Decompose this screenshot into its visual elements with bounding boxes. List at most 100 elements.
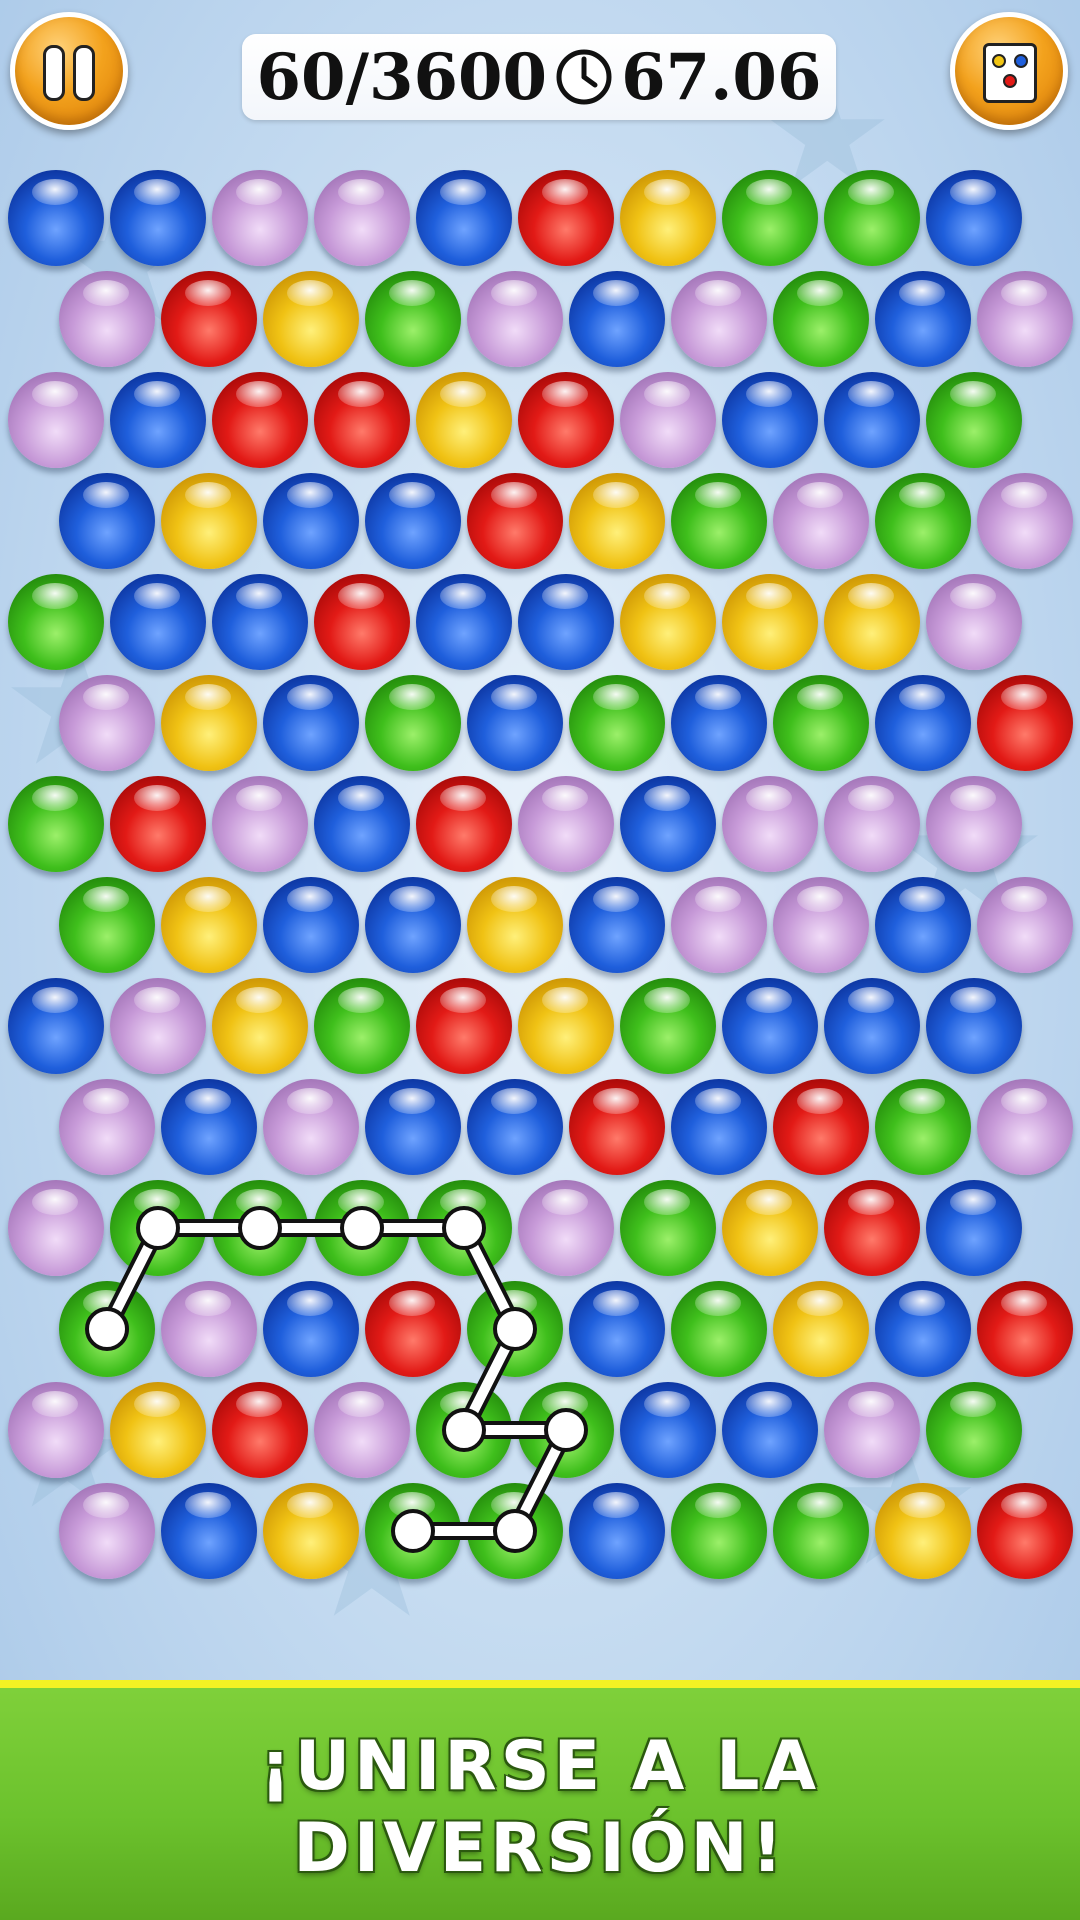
red-ball[interactable] [416, 978, 512, 1074]
blue-ball[interactable] [110, 574, 206, 670]
red-ball[interactable] [110, 776, 206, 872]
purple-ball[interactable] [824, 776, 920, 872]
blue-ball[interactable] [365, 877, 461, 973]
yellow-ball[interactable] [110, 1382, 206, 1478]
blue-ball[interactable] [212, 574, 308, 670]
yellow-ball[interactable] [773, 1281, 869, 1377]
green-ball[interactable] [824, 170, 920, 266]
purple-ball[interactable] [314, 170, 410, 266]
green-ball[interactable] [926, 1382, 1022, 1478]
bubble-board[interactable] [0, 0, 1080, 1680]
blue-ball[interactable] [263, 473, 359, 569]
purple-ball[interactable] [467, 271, 563, 367]
purple-ball[interactable] [722, 776, 818, 872]
purple-ball[interactable] [8, 1180, 104, 1276]
blue-ball[interactable] [926, 1180, 1022, 1276]
blue-ball[interactable] [620, 776, 716, 872]
purple-ball[interactable] [110, 978, 206, 1074]
red-ball[interactable] [416, 776, 512, 872]
green-ball[interactable] [671, 1483, 767, 1579]
blue-ball[interactable] [875, 271, 971, 367]
yellow-ball[interactable] [518, 978, 614, 1074]
purple-ball[interactable] [773, 877, 869, 973]
blue-ball[interactable] [824, 978, 920, 1074]
yellow-ball[interactable] [722, 574, 818, 670]
red-ball[interactable] [773, 1079, 869, 1175]
green-ball[interactable] [773, 675, 869, 771]
blue-ball[interactable] [926, 170, 1022, 266]
blue-ball[interactable] [161, 1079, 257, 1175]
blue-ball[interactable] [569, 271, 665, 367]
purple-ball[interactable] [518, 1180, 614, 1276]
red-ball[interactable] [467, 473, 563, 569]
purple-ball[interactable] [518, 776, 614, 872]
blue-ball[interactable] [824, 372, 920, 468]
red-ball[interactable] [314, 372, 410, 468]
blue-ball[interactable] [671, 675, 767, 771]
purple-ball[interactable] [977, 877, 1073, 973]
blue-ball[interactable] [59, 473, 155, 569]
blue-ball[interactable] [416, 170, 512, 266]
purple-ball[interactable] [773, 473, 869, 569]
blue-ball[interactable] [722, 1382, 818, 1478]
purple-ball[interactable] [8, 372, 104, 468]
yellow-ball[interactable] [416, 372, 512, 468]
blue-ball[interactable] [8, 170, 104, 266]
red-ball[interactable] [518, 372, 614, 468]
green-ball[interactable] [365, 675, 461, 771]
yellow-ball[interactable] [161, 877, 257, 973]
purple-ball[interactable] [212, 170, 308, 266]
purple-ball[interactable] [263, 1079, 359, 1175]
green-ball[interactable] [569, 675, 665, 771]
red-ball[interactable] [569, 1079, 665, 1175]
purple-ball[interactable] [671, 271, 767, 367]
green-ball[interactable] [467, 1281, 563, 1377]
purple-ball[interactable] [977, 473, 1073, 569]
blue-ball[interactable] [365, 1079, 461, 1175]
blue-ball[interactable] [875, 1281, 971, 1377]
red-ball[interactable] [518, 170, 614, 266]
red-ball[interactable] [365, 1281, 461, 1377]
green-ball[interactable] [722, 170, 818, 266]
purple-ball[interactable] [8, 1382, 104, 1478]
yellow-ball[interactable] [569, 473, 665, 569]
green-ball[interactable] [59, 1281, 155, 1377]
purple-ball[interactable] [59, 1483, 155, 1579]
blue-ball[interactable] [875, 675, 971, 771]
purple-ball[interactable] [977, 1079, 1073, 1175]
purple-ball[interactable] [671, 877, 767, 973]
green-ball[interactable] [620, 978, 716, 1074]
blue-ball[interactable] [518, 574, 614, 670]
blue-ball[interactable] [926, 978, 1022, 1074]
blue-ball[interactable] [722, 372, 818, 468]
red-ball[interactable] [161, 271, 257, 367]
red-ball[interactable] [212, 372, 308, 468]
yellow-ball[interactable] [467, 877, 563, 973]
blue-ball[interactable] [161, 1483, 257, 1579]
purple-ball[interactable] [212, 776, 308, 872]
purple-ball[interactable] [161, 1281, 257, 1377]
green-ball[interactable] [314, 1180, 410, 1276]
green-ball[interactable] [773, 271, 869, 367]
purple-ball[interactable] [314, 1382, 410, 1478]
yellow-ball[interactable] [212, 978, 308, 1074]
purple-ball[interactable] [620, 372, 716, 468]
blue-ball[interactable] [263, 1281, 359, 1377]
blue-ball[interactable] [569, 1281, 665, 1377]
green-ball[interactable] [8, 574, 104, 670]
green-ball[interactable] [365, 271, 461, 367]
red-ball[interactable] [314, 574, 410, 670]
blue-ball[interactable] [467, 1079, 563, 1175]
green-ball[interactable] [416, 1180, 512, 1276]
blue-ball[interactable] [467, 675, 563, 771]
yellow-ball[interactable] [875, 1483, 971, 1579]
green-ball[interactable] [671, 1281, 767, 1377]
green-ball[interactable] [773, 1483, 869, 1579]
yellow-ball[interactable] [824, 574, 920, 670]
blue-ball[interactable] [314, 776, 410, 872]
purple-ball[interactable] [59, 271, 155, 367]
purple-ball[interactable] [926, 776, 1022, 872]
green-ball[interactable] [365, 1483, 461, 1579]
blue-ball[interactable] [569, 877, 665, 973]
purple-ball[interactable] [977, 271, 1073, 367]
